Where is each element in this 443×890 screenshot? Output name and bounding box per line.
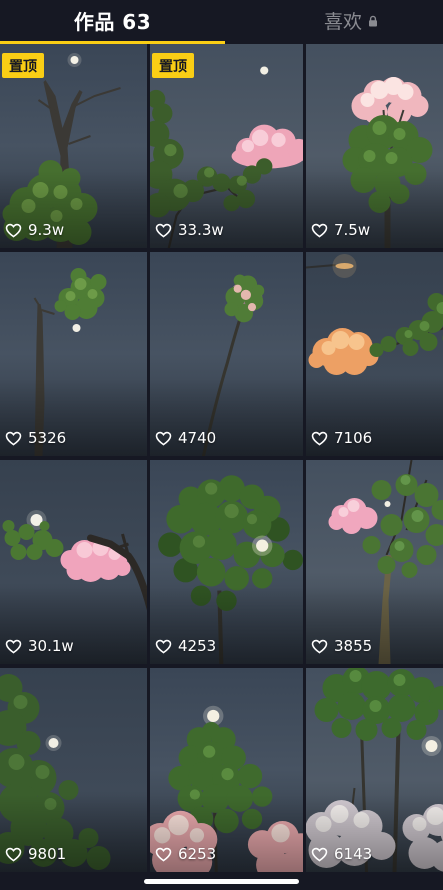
thumbnail-shade bbox=[306, 460, 443, 664]
thumbnail-shade bbox=[306, 252, 443, 456]
heart-icon bbox=[311, 639, 328, 654]
thumbnail-shade bbox=[150, 252, 303, 456]
heart-icon bbox=[5, 431, 22, 446]
like-counter: 6253 bbox=[155, 845, 216, 863]
pinned-badge: 置顶 bbox=[2, 53, 44, 78]
like-count: 30.1w bbox=[28, 637, 74, 655]
like-count: 33.3w bbox=[178, 221, 224, 239]
like-counter: 4253 bbox=[155, 637, 216, 655]
video-tile[interactable]: 9801 bbox=[0, 668, 147, 872]
like-counter: 33.3w bbox=[155, 221, 224, 239]
thumbnail-shade bbox=[306, 668, 443, 872]
like-count: 9.3w bbox=[28, 221, 65, 239]
thumbnail-shade bbox=[0, 252, 147, 456]
like-count: 6253 bbox=[178, 845, 217, 863]
heart-icon bbox=[5, 223, 22, 238]
heart-icon bbox=[311, 847, 328, 862]
like-counter: 6143 bbox=[311, 845, 372, 863]
like-count: 4740 bbox=[178, 429, 217, 447]
heart-icon bbox=[155, 639, 172, 654]
thumbnail-shade bbox=[150, 668, 303, 872]
video-grid: 置顶 9.3w 置顶 33.3w 7.5w 5326 4740 7106 30.… bbox=[0, 44, 443, 872]
video-tile[interactable]: 6143 bbox=[306, 668, 443, 872]
video-tile[interactable]: 7.5w bbox=[306, 44, 443, 248]
video-tile[interactable]: 7106 bbox=[306, 252, 443, 456]
heart-icon bbox=[155, 223, 172, 238]
heart-icon bbox=[311, 431, 328, 446]
video-tile[interactable]: 置顶 33.3w bbox=[150, 44, 303, 248]
video-tile[interactable]: 4740 bbox=[150, 252, 303, 456]
thumbnail-shade bbox=[306, 44, 443, 248]
profile-screen: 作品 63 喜欢 置顶 9.3w 置顶 33.3w 7.5w 5326 4740… bbox=[0, 0, 443, 890]
video-tile[interactable]: 6253 bbox=[150, 668, 303, 872]
like-counter: 9.3w bbox=[5, 221, 64, 239]
lock-icon bbox=[369, 15, 377, 27]
thumbnail-shade bbox=[0, 460, 147, 664]
video-tile[interactable]: 置顶 9.3w bbox=[0, 44, 147, 248]
like-counter: 3855 bbox=[311, 637, 372, 655]
home-indicator[interactable] bbox=[144, 879, 299, 884]
heart-icon bbox=[311, 223, 328, 238]
video-tile[interactable]: 5326 bbox=[0, 252, 147, 456]
like-counter: 4740 bbox=[155, 429, 216, 447]
like-counter: 5326 bbox=[5, 429, 66, 447]
like-count: 6143 bbox=[334, 845, 373, 863]
heart-icon bbox=[5, 847, 22, 862]
profile-tabs: 作品 63 喜欢 bbox=[0, 0, 443, 44]
like-count: 7106 bbox=[334, 429, 373, 447]
like-count: 3855 bbox=[334, 637, 373, 655]
tab-works[interactable]: 作品 63 bbox=[0, 0, 225, 41]
thumbnail-shade bbox=[0, 668, 147, 872]
thumbnail-shade bbox=[150, 460, 303, 664]
like-count: 4253 bbox=[178, 637, 217, 655]
like-counter: 7.5w bbox=[311, 221, 370, 239]
heart-icon bbox=[155, 431, 172, 446]
like-counter: 7106 bbox=[311, 429, 372, 447]
tab-likes-label: 喜欢 bbox=[323, 11, 362, 33]
pinned-badge: 置顶 bbox=[152, 53, 194, 78]
tab-likes[interactable]: 喜欢 bbox=[225, 0, 443, 41]
like-count: 7.5w bbox=[334, 221, 371, 239]
video-tile[interactable]: 3855 bbox=[306, 460, 443, 664]
video-tile[interactable]: 30.1w bbox=[0, 460, 147, 664]
like-counter: 9801 bbox=[5, 845, 66, 863]
heart-icon bbox=[155, 847, 172, 862]
like-count: 5326 bbox=[28, 429, 67, 447]
tab-works-label: 作品 63 bbox=[73, 10, 152, 34]
like-counter: 30.1w bbox=[5, 637, 74, 655]
heart-icon bbox=[5, 639, 22, 654]
bottom-safe-area bbox=[0, 872, 443, 890]
like-count: 9801 bbox=[28, 845, 67, 863]
video-tile[interactable]: 4253 bbox=[150, 460, 303, 664]
